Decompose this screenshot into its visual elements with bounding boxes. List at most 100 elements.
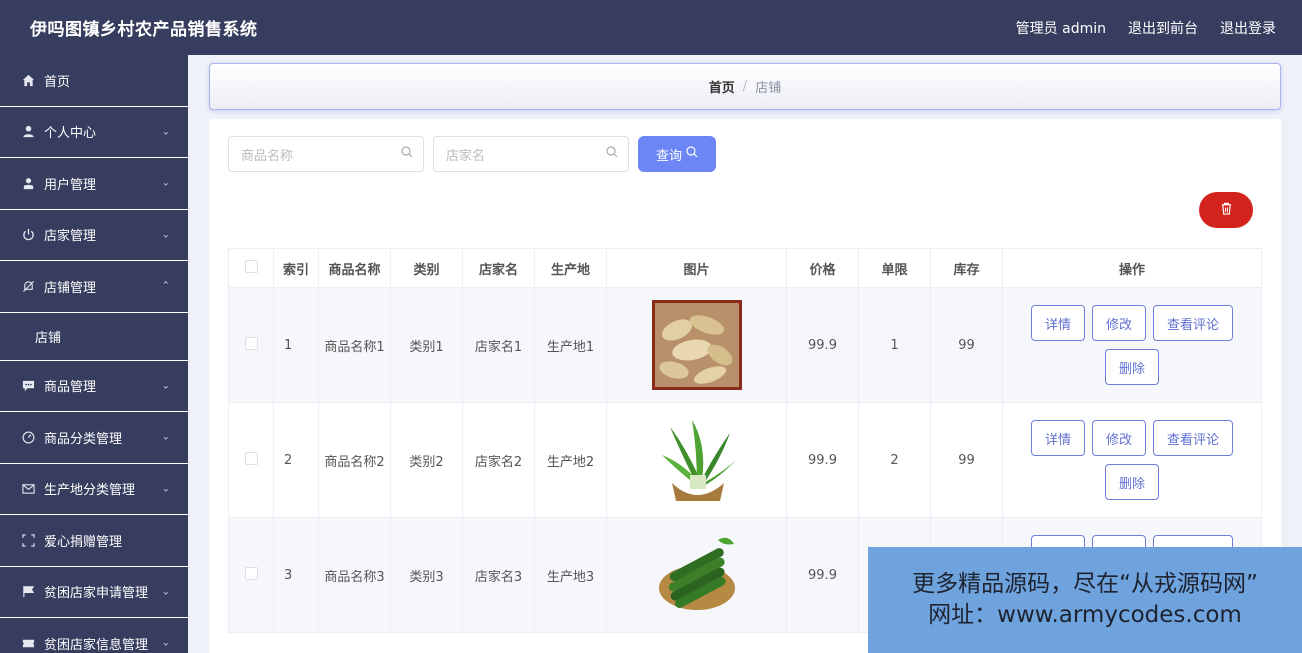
sidebar-item-donations[interactable]: 爱心捐赠管理 bbox=[0, 515, 188, 567]
sidebar-item-label: 生产地分类管理 bbox=[44, 483, 136, 499]
sidebar-item-product-categories[interactable]: 商品分类管理 ⌄ bbox=[0, 412, 188, 464]
limit-cell: 1 bbox=[858, 287, 931, 403]
actions-cell: 详情 修改 查看评论 删除 bbox=[1002, 287, 1262, 403]
app-title: 伊吗图镇乡村农产品销售系统 bbox=[30, 20, 258, 40]
origin-cell: 生产地2 bbox=[534, 402, 607, 518]
search-placeholder: 店家名 bbox=[446, 148, 486, 164]
column-header: 单限 bbox=[858, 248, 931, 288]
sidebar-item-label: 贫困店家信息管理 bbox=[44, 637, 149, 653]
power-icon bbox=[20, 227, 36, 243]
column-header: 类别 bbox=[390, 248, 463, 288]
row-actions: 详情 修改 查看评论 删除 bbox=[1027, 305, 1237, 385]
query-button[interactable]: 查询 bbox=[638, 136, 716, 172]
exit-to-front-link[interactable]: 退出到前台 bbox=[1128, 18, 1198, 38]
chevron-down-icon: ⌄ bbox=[161, 380, 170, 392]
column-header: 价格 bbox=[786, 248, 859, 288]
sidebar-item-products[interactable]: 商品管理 ⌄ bbox=[0, 361, 188, 412]
search-icon bbox=[606, 146, 618, 162]
sidebar-item-home[interactable]: 首页 bbox=[0, 55, 188, 107]
shop-name-search-input[interactable]: 店家名 bbox=[433, 136, 629, 172]
select-all-checkbox[interactable] bbox=[244, 259, 258, 273]
chevron-down-icon: ⌄ bbox=[161, 126, 170, 138]
detail-button[interactable]: 详情 bbox=[1030, 305, 1085, 341]
delete-button[interactable]: 删除 bbox=[1104, 349, 1159, 385]
sidebar-item-origin-categories[interactable]: 生产地分类管理 ⌄ bbox=[0, 464, 188, 515]
index-cell: 3 bbox=[273, 517, 319, 633]
row-checkbox[interactable] bbox=[244, 451, 258, 465]
chevron-down-icon: ⌄ bbox=[161, 177, 170, 189]
sidebar-item-label: 店铺 bbox=[35, 330, 62, 346]
chevron-down-icon: ⌄ bbox=[161, 637, 170, 649]
origin-cell: 生产地1 bbox=[534, 287, 607, 403]
column-header: 库存 bbox=[930, 248, 1003, 288]
column-header: 操作 bbox=[1002, 248, 1262, 288]
admin-label[interactable]: 管理员 admin bbox=[1016, 18, 1106, 38]
row-checkbox[interactable] bbox=[244, 566, 258, 580]
watermark-url: 网址：www.armycodes.com bbox=[928, 602, 1242, 628]
ticket-icon bbox=[20, 635, 36, 651]
watermark-line: 更多精品源码，尽在“从戎源码网” bbox=[912, 571, 1258, 597]
batch-delete-button[interactable] bbox=[1199, 192, 1253, 228]
home-icon bbox=[20, 72, 36, 88]
row-actions: 详情 修改 查看评论 删除 bbox=[1027, 420, 1237, 500]
edit-button[interactable]: 修改 bbox=[1091, 420, 1146, 456]
column-header: 生产地 bbox=[534, 248, 607, 288]
sidebar-subitem-shop[interactable]: 店铺 bbox=[0, 313, 188, 361]
product-name-cell: 商品名称1 bbox=[318, 287, 391, 403]
price-cell: 99.9 bbox=[786, 402, 859, 518]
frame-icon bbox=[20, 532, 36, 548]
sidebar-item-label: 用户管理 bbox=[44, 177, 97, 193]
sidebar-item-poor-shop-applications[interactable]: 贫困店家申请管理 ⌄ bbox=[0, 567, 188, 618]
breadcrumb-current: 店铺 bbox=[755, 81, 782, 96]
product-name-search-input[interactable]: 商品名称 bbox=[228, 136, 424, 172]
watermark-banner: 更多精品源码，尽在“从戎源码网” 网址：www.armycodes.com bbox=[868, 547, 1302, 653]
shop-name-cell: 店家名3 bbox=[462, 517, 535, 633]
sidebar-item-poor-shop-info[interactable]: 贫困店家信息管理 ⌄ bbox=[0, 618, 188, 653]
stock-cell: 99 bbox=[930, 402, 1003, 518]
sidebar-item-label: 个人中心 bbox=[44, 126, 97, 142]
view-reviews-button[interactable]: 查看评论 bbox=[1153, 305, 1234, 341]
price-cell: 99.9 bbox=[786, 287, 859, 403]
top-bar: 伊吗图镇乡村农产品销售系统 管理员 admin 退出到前台 退出登录 bbox=[0, 0, 1302, 55]
user-icon bbox=[20, 124, 36, 140]
search-icon bbox=[401, 146, 413, 162]
search-icon bbox=[686, 146, 698, 162]
shop-name-cell: 店家名2 bbox=[462, 402, 535, 518]
breadcrumb-separator: / bbox=[742, 79, 748, 94]
trash-icon bbox=[1220, 201, 1233, 219]
chevron-down-icon: ⌄ bbox=[161, 431, 170, 443]
index-cell: 2 bbox=[273, 402, 319, 518]
sidebar-item-shop-owners[interactable]: 店家管理 ⌄ bbox=[0, 210, 188, 261]
sidebar-item-profile[interactable]: 个人中心 ⌄ bbox=[0, 107, 188, 158]
flag-icon bbox=[20, 584, 36, 600]
category-cell: 类别3 bbox=[390, 517, 463, 633]
row-select-cell bbox=[228, 517, 274, 633]
table-row: 1 商品名称1 类别1 店家名1 生产地1 99.9 1 99 详情 修改 查看… bbox=[228, 287, 1262, 403]
sidebar-item-label: 商品分类管理 bbox=[44, 431, 123, 447]
image-cell bbox=[606, 402, 787, 518]
table-row: 2 商品名称2 类别2 店家名2 生产地2 99.9 2 99 详情 修改 查看… bbox=[228, 402, 1262, 518]
sidebar-item-users[interactable]: 用户管理 ⌄ bbox=[0, 158, 188, 210]
category-cell: 类别2 bbox=[390, 402, 463, 518]
edit-button[interactable]: 修改 bbox=[1091, 305, 1146, 341]
detail-button[interactable]: 详情 bbox=[1030, 420, 1085, 456]
row-checkbox[interactable] bbox=[244, 336, 258, 350]
delete-button[interactable]: 删除 bbox=[1104, 464, 1159, 500]
query-button-label: 查询 bbox=[655, 148, 682, 164]
chevron-up-icon: ⌃ bbox=[161, 280, 170, 292]
column-header: 索引 bbox=[273, 248, 319, 288]
column-header: 店家名 bbox=[462, 248, 535, 288]
product-name-cell: 商品名称3 bbox=[318, 517, 391, 633]
stock-cell: 99 bbox=[930, 287, 1003, 403]
sidebar-item-label: 店家管理 bbox=[44, 229, 97, 245]
logout-link[interactable]: 退出登录 bbox=[1220, 18, 1276, 38]
column-header: 商品名称 bbox=[318, 248, 391, 288]
price-cell: 99.9 bbox=[786, 517, 859, 633]
category-cell: 类别1 bbox=[390, 287, 463, 403]
sidebar-item-shops[interactable]: 店铺管理 ⌃ bbox=[0, 261, 188, 313]
breadcrumb-home[interactable]: 首页 bbox=[709, 77, 735, 96]
view-reviews-button[interactable]: 查看评论 bbox=[1153, 420, 1234, 456]
image-cell bbox=[606, 517, 787, 633]
breadcrumb: 首页 / 店铺 bbox=[209, 63, 1281, 110]
chevron-down-icon: ⌄ bbox=[161, 586, 170, 598]
